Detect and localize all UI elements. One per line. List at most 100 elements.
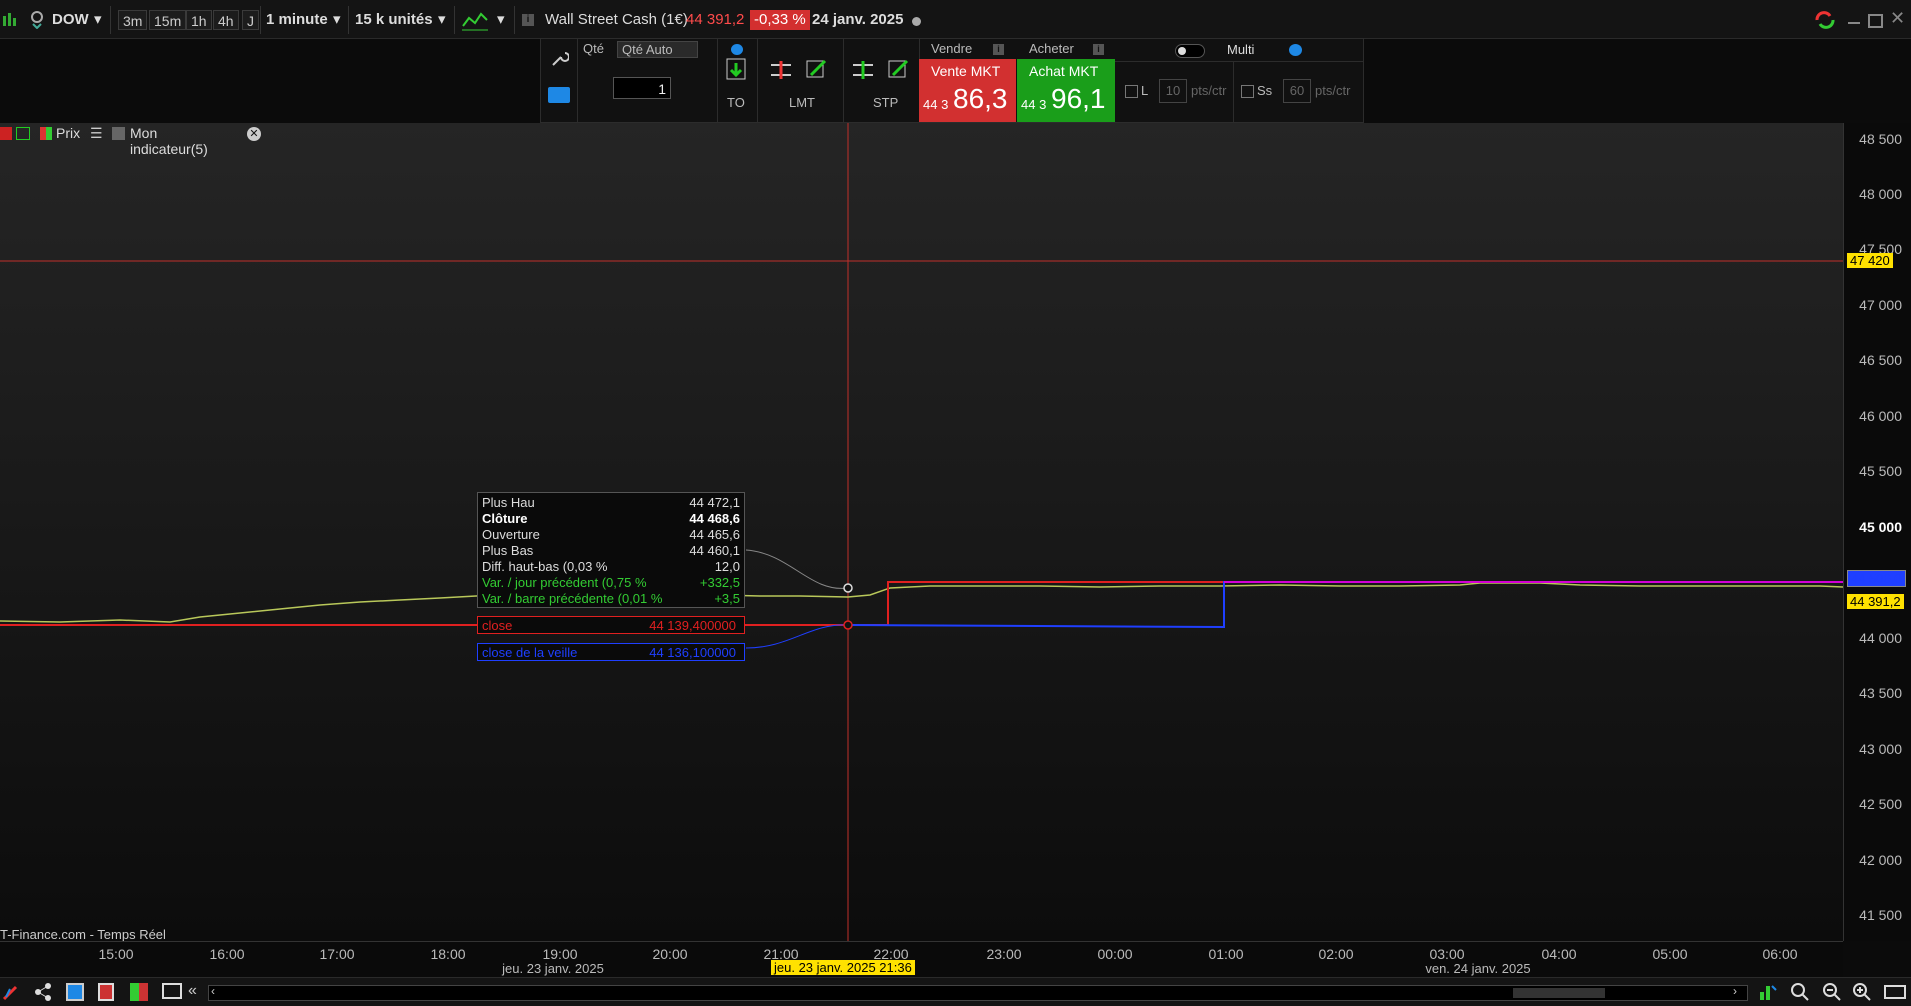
y-tick: 48 000 [1859, 186, 1902, 202]
scroll-left-icon[interactable]: « [188, 982, 197, 1000]
keyboard-icon[interactable] [1884, 985, 1906, 999]
y-tick: 41 500 [1859, 907, 1902, 923]
reference-price-marker: 47 420 [1847, 253, 1893, 268]
multi-toggle[interactable] [1175, 44, 1205, 58]
x-tick: 05:00 [1652, 946, 1688, 962]
chevron-down-icon[interactable]: ▾ [333, 10, 341, 30]
chart-canvas [0, 123, 1843, 941]
price-legend-label[interactable]: Prix [56, 125, 80, 141]
info-icon[interactable]: i [993, 44, 1004, 55]
timeframe-1h[interactable]: 1h [186, 10, 212, 30]
lmt-sell-icon[interactable] [769, 57, 793, 81]
buy-button-label: Achat MKT [1029, 63, 1099, 79]
alert-icon[interactable] [30, 11, 44, 30]
wrench-icon[interactable] [549, 49, 570, 69]
change-badge: -0,33 % [750, 10, 810, 30]
remove-indicator-icon[interactable] [0, 127, 12, 140]
price-axis[interactable]: 48 500 48 000 47 500 47 000 46 500 46 00… [1843, 123, 1911, 941]
sell-market-button[interactable]: Vente MKT 44 3 86,3 [919, 59, 1016, 122]
tooltip-close: Clôture 44 468,6 [482, 511, 740, 526]
price-color-icon[interactable] [40, 127, 52, 140]
close-line [0, 581, 1843, 626]
y-tick: 44 000 [1859, 630, 1902, 646]
sell-price-big: 86,3 [953, 83, 1008, 114]
order-panel: Qté Qté Auto 1 TO LMT STP Vendre i Achet… [540, 38, 1364, 123]
ss-value-input[interactable]: 60 [1283, 79, 1311, 103]
indicator-icon[interactable] [462, 10, 488, 32]
market-date: 24 janv. 2025 [812, 11, 904, 28]
tooltip-var-day: Var. / jour précédent (0,75 % +332,5 [482, 575, 740, 590]
ss-checkbox[interactable] [1241, 85, 1254, 98]
qty-auto-toggle[interactable]: Qté Auto [617, 41, 698, 58]
x-tick: 19:00 [542, 946, 578, 962]
chart-type-icon[interactable] [2, 12, 16, 28]
info-icon[interactable]: i [522, 14, 534, 26]
horizontal-scrollbar[interactable]: ‹ › [208, 984, 1748, 1001]
tooltip-low: Plus Bas 44 460,1 [482, 543, 740, 558]
x-tick: 17:00 [319, 946, 355, 962]
stp-buy-icon[interactable] [887, 57, 911, 81]
chevron-down-icon[interactable]: ▾ [438, 10, 446, 30]
close-icon[interactable]: ✕ [1890, 8, 1905, 29]
prev-close-line [847, 581, 1843, 629]
l-value-input[interactable]: 10 [1159, 79, 1187, 103]
timeframe-4h[interactable]: 4h [213, 10, 239, 30]
sync-icon[interactable] [1814, 10, 1836, 30]
share-icon[interactable] [34, 983, 52, 1001]
zoom-in-icon[interactable] [1852, 982, 1872, 1002]
list-view-icon[interactable] [98, 983, 114, 1001]
maximize-icon[interactable] [1868, 14, 1883, 28]
list-icon[interactable]: ☰ [90, 125, 103, 142]
chart-zoom-icon[interactable] [1758, 982, 1778, 1002]
chevron-down-icon[interactable]: ▾ [497, 10, 505, 30]
timeframe-day[interactable]: J [242, 10, 259, 30]
screen-icon[interactable] [162, 983, 182, 999]
crosshair-point [843, 583, 853, 593]
l-checkbox[interactable] [1125, 85, 1138, 98]
draw-icon[interactable] [2, 983, 20, 1001]
l-unit: pts/ctr [1191, 83, 1227, 98]
grid-icon[interactable] [130, 983, 148, 1001]
info-icon[interactable]: i [1093, 44, 1104, 55]
instrument-selector[interactable]: DOW [52, 10, 89, 30]
stp-sell-icon[interactable] [851, 57, 875, 81]
indicator-legend-label[interactable]: Mon indicateur(5) [130, 125, 208, 157]
to-section: TO [717, 39, 758, 122]
x-tick: 06:00 [1762, 946, 1798, 962]
chevron-down-icon[interactable]: ▾ [94, 10, 102, 30]
add-indicator-icon[interactable] [16, 127, 30, 140]
multi-info-icon[interactable] [1289, 44, 1302, 56]
scroll-right-arrow[interactable]: › [1733, 984, 1737, 998]
last-price-marker: 44 391,2 [1847, 594, 1904, 609]
ohlc-tooltip: Plus Hau 44 472,1 Clôture 44 468,6 Ouvertu… [477, 492, 745, 608]
scroll-left-arrow[interactable]: ‹ [211, 984, 215, 998]
timeframe-15m[interactable]: 15m [149, 10, 187, 30]
y-tick: 42 000 [1859, 852, 1902, 868]
zoom-auto-icon[interactable] [1790, 982, 1810, 1002]
lmt-buy-icon[interactable] [805, 57, 829, 81]
zoom-out-icon[interactable] [1822, 982, 1842, 1002]
close-connector [745, 624, 849, 649]
multi-label: Multi [1227, 42, 1255, 57]
last-price: 44 391,2 [686, 11, 745, 28]
buy-market-button[interactable]: Achat MKT 44 3 96,1 [1017, 59, 1115, 122]
top-toolbar: DOW ▾ 3m 15m 1h 4h J 1 minute ▾ 15 k uni… [0, 0, 1911, 39]
crosshair-close-point [843, 620, 853, 630]
to-order-icon[interactable] [725, 57, 747, 81]
time-axis[interactable]: 15:00 16:00 17:00 18:00 19:00 20:00 21:0… [0, 941, 1843, 978]
scroll-thumb[interactable] [1513, 988, 1605, 998]
period-selector[interactable]: 1 minute [266, 10, 328, 30]
close-indicator-icon[interactable]: ✕ [247, 127, 261, 141]
minimize-icon[interactable] [1848, 22, 1860, 24]
y-tick: 45 000 [1859, 519, 1902, 535]
keyboard-icon[interactable] [548, 87, 570, 103]
y-tick: 46 500 [1859, 352, 1902, 368]
stp-label: STP [873, 95, 899, 110]
windows-icon[interactable] [66, 983, 84, 1001]
timeframe-3m[interactable]: 3m [118, 10, 148, 30]
units-selector[interactable]: 15 k unités [355, 10, 433, 30]
product-name: Wall Street Cash (1€) [545, 11, 688, 28]
price-chart[interactable]: Prix ☰ Mon indicateur(5) ✕ Plus Hau 44 47… [0, 123, 1843, 973]
prev-close-value-box: close de la veille 44 136,100000 [477, 643, 745, 661]
qty-input[interactable]: 1 [613, 77, 671, 99]
